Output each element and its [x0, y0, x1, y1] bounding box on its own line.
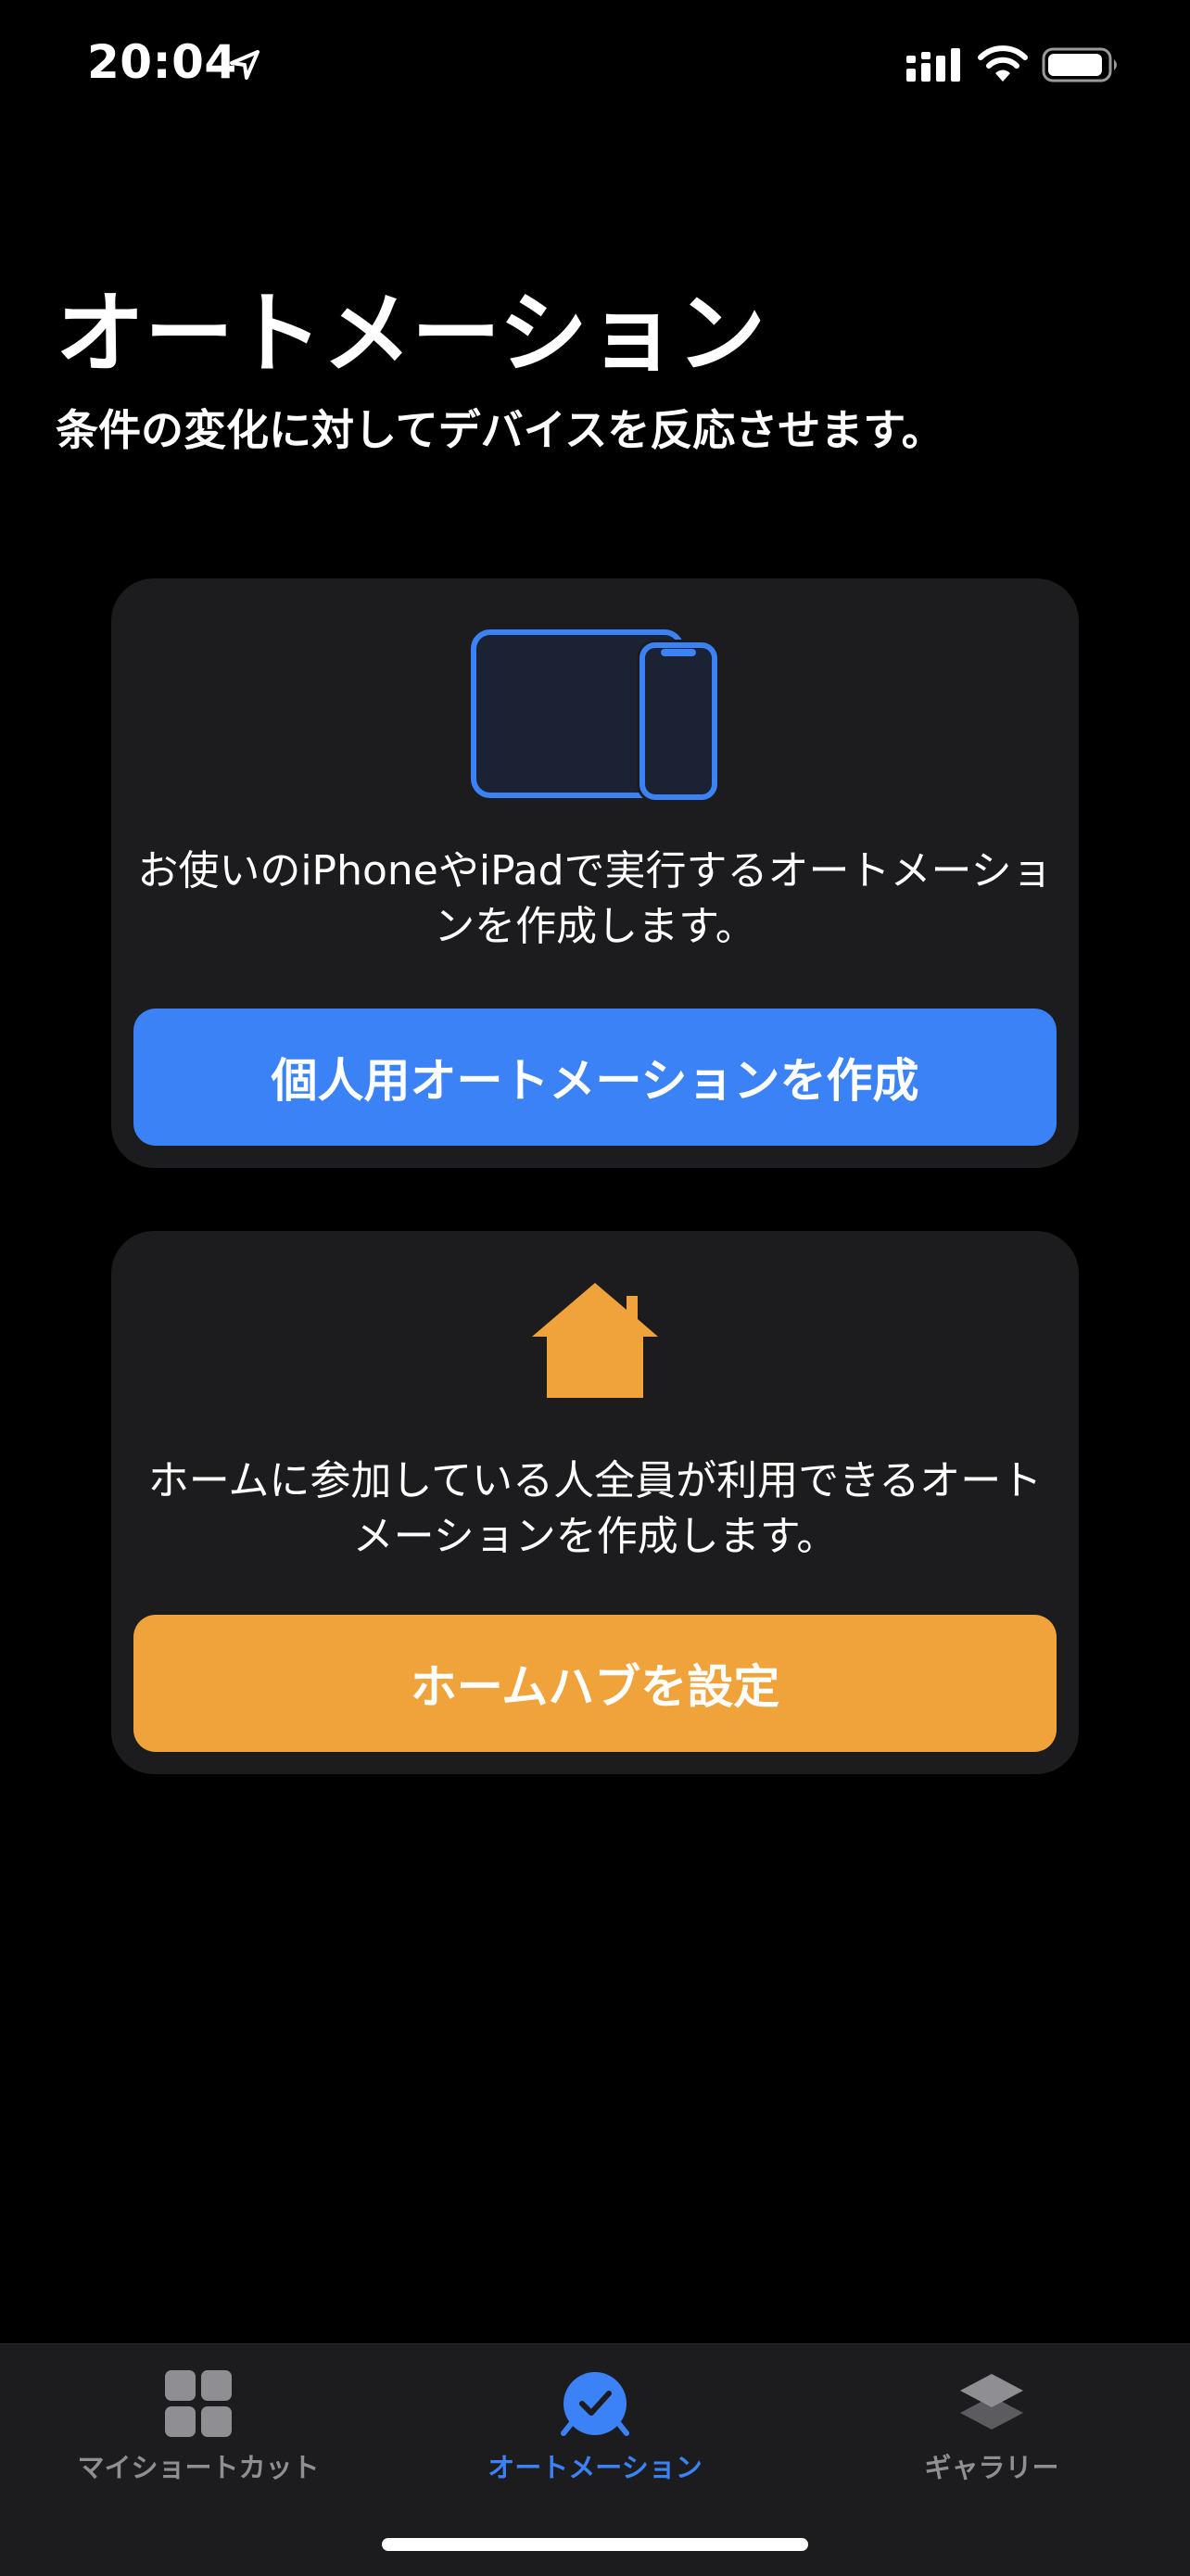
tab-automation[interactable]: オートメーション [397, 2344, 793, 2511]
home-automation-description: ホームに参加している人全員が利用できるオートメーションを作成します。 [147, 1457, 1043, 1560]
status-bar: 20:04 [0, 0, 1190, 130]
layers-icon [960, 2374, 1023, 2430]
tab-label: オートメーション [487, 2452, 703, 2483]
create-personal-automation-button[interactable]: 個人用オートメーションを作成 [133, 1009, 1057, 1146]
wifi-icon [978, 45, 1028, 82]
tab-label: マイショートカット [77, 2452, 320, 2483]
battery-icon [1042, 47, 1117, 82]
personal-automation-description: お使いのiPhoneやiPadで実行するオートメーションを作成します。 [137, 847, 1053, 950]
home-indicator[interactable] [382, 2538, 808, 2551]
clock-check-icon [561, 2372, 629, 2436]
home-automation-card: ホームに参加している人全員が利用できるオートメーションを作成します。 ホームハブ… [111, 1231, 1079, 1774]
page-title: オートメーション [56, 282, 766, 386]
tab-gallery[interactable]: ギャラリー [793, 2344, 1190, 2511]
setup-home-hub-button[interactable]: ホームハブを設定 [133, 1615, 1057, 1752]
ipad-iphone-icon [471, 629, 720, 803]
location-arrow-icon [230, 50, 260, 80]
tab-my-shortcuts[interactable]: マイショートカット [0, 2344, 397, 2511]
house-icon [532, 1283, 658, 1398]
status-time: 20:04 [87, 35, 237, 89]
page-subtitle: 条件の変化に対してデバイスを反応させます。 [56, 405, 944, 455]
cellular-signal-icon [906, 48, 960, 82]
grid-icon [165, 2370, 232, 2437]
personal-automation-card: お使いのiPhoneやiPadで実行するオートメーションを作成します。 個人用オ… [111, 578, 1079, 1168]
tab-label: ギャラリー [924, 2452, 1059, 2483]
